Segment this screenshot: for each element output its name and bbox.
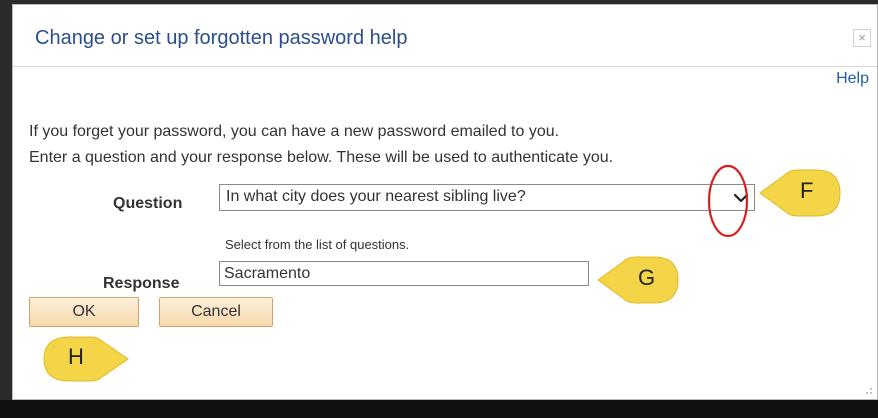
question-label: Question [113,195,183,212]
instruction-line-2: Enter a question and your response below… [29,149,614,166]
response-label: Response [103,275,180,292]
close-icon: × [858,30,866,45]
close-button[interactable]: × [853,29,871,47]
screenshot-frame: Change or set up forgotten password help… [0,0,878,418]
question-hint: Select from the list of questions. [225,237,410,252]
bottom-edge [0,400,878,418]
resize-grip-icon[interactable] [865,387,873,395]
help-link[interactable]: Help [836,70,869,88]
callout-h-annotation [43,336,129,382]
callout-h-label: H [68,344,84,369]
question-select-value: In what city does your nearest sibling l… [226,188,526,205]
callout-g-label: G [638,265,656,290]
response-input[interactable] [219,261,589,286]
dialog-title: Change or set up forgotten password help [35,27,408,49]
dialog-titlebar: Change or set up forgotten password help… [13,5,877,67]
highlight-ring-annotation [707,164,749,238]
instruction-line-1: If you forget your password, you can hav… [29,123,560,140]
cancel-button[interactable]: Cancel [159,297,273,327]
ok-button[interactable]: OK [29,297,139,327]
callout-f-label: F [800,178,814,203]
question-select[interactable]: In what city does your nearest sibling l… [219,184,755,211]
